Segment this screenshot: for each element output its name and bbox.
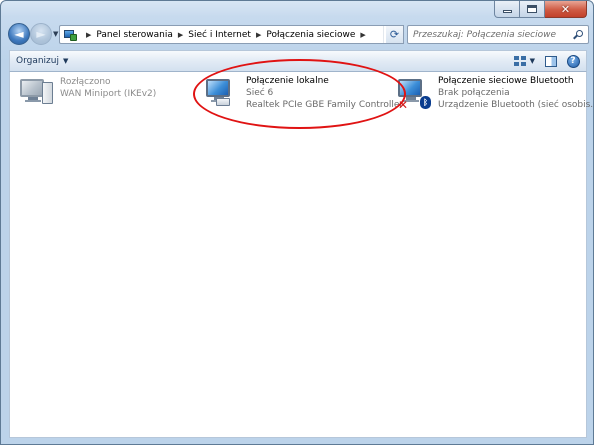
preview-pane-icon: [545, 55, 557, 67]
connection-status: Brak połączenia: [438, 88, 510, 98]
recent-pages-dropdown[interactable]: ▼: [53, 30, 58, 38]
organize-label: Organizuj: [16, 56, 59, 66]
connection-device: Urządzenie Bluetooth (sieć osobis...: [438, 100, 594, 110]
chevron-right-icon[interactable]: ▶: [256, 31, 261, 39]
bluetooth-icon: ᛒ: [420, 96, 431, 109]
help-button[interactable]: ?: [564, 53, 582, 69]
connection-status: Sieć 6: [246, 88, 274, 98]
connection-item-bluetooth[interactable]: ✕ ᛒ Połączenie sieciowe Bluetooth Brak p…: [398, 76, 594, 112]
connection-name: Połączenie lokalne: [246, 76, 329, 86]
caption-buttons: ✕: [494, 1, 587, 18]
close-icon: ✕: [560, 2, 571, 16]
chevron-down-icon[interactable]: ▼: [530, 57, 535, 65]
connection-text: Połączenie sieciowe Bluetooth Brak połąc…: [438, 76, 594, 111]
network-adapter-icon: [206, 76, 242, 110]
search-icon[interactable]: [573, 29, 583, 40]
control-panel-icon: [64, 29, 78, 41]
disconnected-x-icon: ✕: [398, 98, 409, 112]
connection-item-wan[interactable]: Rozłączono WAN Miniport (IKEv2): [20, 76, 156, 110]
bluetooth-adapter-icon: ✕ ᛒ: [398, 76, 434, 112]
connection-device: WAN Miniport (IKEv2): [60, 89, 157, 99]
connections-list: Rozłączono WAN Miniport (IKEv2) Połączen…: [9, 72, 593, 438]
connection-status: Rozłączono: [60, 77, 111, 87]
command-bar: Organizuj ▼ ▼ ?: [9, 50, 587, 72]
refresh-button[interactable]: ⟳: [386, 25, 404, 44]
help-icon: ?: [566, 54, 580, 68]
search-box[interactable]: [407, 25, 589, 44]
connection-name: Połączenie sieciowe Bluetooth: [438, 76, 574, 86]
connection-device: Realtek PCIe GBE Family Controller: [246, 100, 404, 110]
maximize-button[interactable]: [520, 1, 545, 18]
minimize-icon: [502, 10, 512, 13]
chevron-right-icon[interactable]: ▶: [360, 31, 365, 39]
breadcrumb-control-panel[interactable]: Panel sterowania: [96, 30, 173, 40]
address-bar[interactable]: ▶ Panel sterowania ▶ Sieć i Internet ▶ P…: [59, 25, 399, 44]
explorer-window: ✕ ◄ ► ▼ ▶ Panel sterowania ▶ Sieć i Inte…: [0, 0, 594, 445]
search-input[interactable]: [413, 29, 563, 40]
organize-button[interactable]: Organizuj ▼: [16, 56, 68, 66]
change-view-button[interactable]: ▼: [511, 56, 538, 66]
breadcrumb-network-internet[interactable]: Sieć i Internet: [188, 30, 251, 40]
network-adapter-icon: [20, 76, 56, 110]
connection-text: Rozłączono WAN Miniport (IKEv2): [60, 76, 156, 100]
maximize-icon: [527, 5, 537, 13]
chevron-right-icon[interactable]: ▶: [86, 31, 91, 39]
arrow-left-icon: ◄: [14, 27, 24, 41]
minimize-button[interactable]: [494, 1, 520, 18]
back-button[interactable]: ◄: [8, 23, 30, 45]
preview-pane-button[interactable]: [542, 53, 560, 69]
forward-button[interactable]: ►: [30, 23, 52, 45]
command-bar-right: ▼ ?: [511, 53, 582, 69]
chevron-down-icon: ▼: [63, 57, 69, 65]
arrow-right-icon: ►: [36, 27, 46, 41]
views-icon: [513, 56, 526, 66]
connection-text: Połączenie lokalne Sieć 6 Realtek PCIe G…: [246, 76, 403, 111]
chevron-right-icon[interactable]: ▶: [178, 31, 183, 39]
breadcrumb-network-connections[interactable]: Połączenia sieciowe: [266, 30, 355, 40]
refresh-icon: ⟳: [389, 28, 400, 41]
close-button[interactable]: ✕: [545, 1, 587, 18]
connection-item-local[interactable]: Połączenie lokalne Sieć 6 Realtek PCIe G…: [206, 76, 403, 111]
